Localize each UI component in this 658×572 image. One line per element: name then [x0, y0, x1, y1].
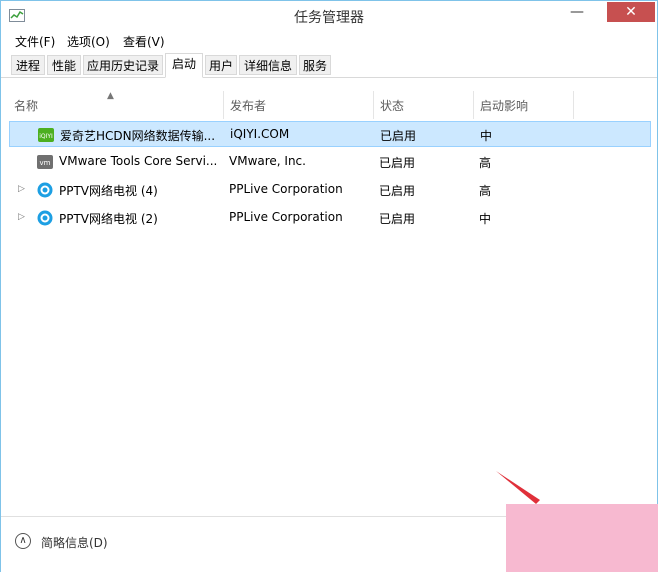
column-startup-impact[interactable]: 启动影响: [475, 91, 573, 119]
expand-arrow-icon[interactable]: ▷: [18, 212, 25, 222]
minimize-icon: —: [570, 4, 584, 20]
svg-text:vm: vm: [40, 159, 51, 167]
menu-file[interactable]: 文件(F): [15, 33, 55, 50]
tab-startup[interactable]: 启动: [165, 53, 203, 78]
row-publisher: iQIYI.COM: [230, 127, 290, 141]
window-title: 任务管理器: [294, 10, 364, 26]
menu-view[interactable]: 查看(V): [123, 33, 165, 50]
title-bar[interactable]: 任务管理器 — ✕: [1, 1, 657, 31]
menu-options[interactable]: 选项(O): [67, 33, 110, 50]
row-publisher: VMware, Inc.: [229, 154, 306, 168]
row-publisher: PPLive Corporation: [229, 182, 343, 196]
close-button[interactable]: ✕: [607, 2, 655, 22]
column-name[interactable]: 名称: [9, 91, 223, 119]
row-name: 爱奇艺HCDN网络数据传输...: [60, 129, 216, 143]
task-manager-window: 任务管理器 — ✕ 文件(F) 选项(O) 查看(V) 进程 性能 应用历史记录…: [0, 0, 658, 572]
column-publisher[interactable]: 发布者: [225, 91, 373, 119]
annotation-highlight-box: [506, 504, 658, 572]
row-impact: 中: [479, 212, 492, 226]
svg-text:iQIYI: iQIYI: [39, 133, 53, 140]
row-status: 已启用: [379, 156, 416, 170]
tab-processes[interactable]: 进程: [11, 55, 45, 75]
row-status: 已启用: [379, 184, 416, 198]
row-name: PPTV网络电视 (2): [59, 212, 158, 226]
close-icon: ✕: [625, 4, 637, 20]
column-divider[interactable]: [373, 91, 374, 119]
iqiyi-icon: iQIYI: [38, 128, 54, 142]
tab-bar: 进程 性能 应用历史记录 启动 用户 详细信息 服务: [1, 53, 657, 78]
tab-details[interactable]: 详细信息: [239, 55, 297, 75]
column-divider[interactable]: [473, 91, 474, 119]
row-name: VMware Tools Core Servi...: [59, 154, 218, 168]
pptv-icon: [37, 182, 53, 198]
row-status: 已启用: [380, 129, 417, 143]
annotation-arrow-icon: [496, 471, 540, 504]
tab-app-history[interactable]: 应用历史记录: [83, 55, 163, 75]
row-status: 已启用: [379, 212, 416, 226]
fewer-details-link[interactable]: 简略信息(D): [41, 534, 108, 551]
row-impact: 中: [480, 129, 493, 143]
table-row[interactable]: vm VMware Tools Core Servi... VMware, In…: [9, 149, 651, 175]
row-publisher: PPLive Corporation: [229, 210, 343, 224]
column-status[interactable]: 状态: [375, 91, 473, 119]
expand-arrow-icon[interactable]: ▷: [18, 184, 25, 194]
minimize-button[interactable]: —: [563, 1, 591, 23]
chevron-up-icon[interactable]: ∧: [15, 533, 31, 549]
column-header-row: ▲ 名称 发布者 状态 启动影响: [1, 91, 657, 119]
row-impact: 高: [479, 184, 492, 198]
row-name: PPTV网络电视 (4): [59, 184, 158, 198]
column-divider[interactable]: [223, 91, 224, 119]
menu-bar: 文件(F) 选项(O) 查看(V): [1, 31, 657, 51]
table-row[interactable]: ▷ PPTV网络电视 (4) PPLive Corporation 已启用 高: [9, 177, 651, 203]
row-impact: 高: [479, 156, 492, 170]
column-divider[interactable]: [573, 91, 574, 119]
table-row[interactable]: ▷ PPTV网络电视 (2) PPLive Corporation 已启用 中: [9, 205, 651, 231]
pptv-icon: [37, 210, 53, 226]
table-row[interactable]: iQIYI 爱奇艺HCDN网络数据传输... iQIYI.COM 已启用 中: [9, 121, 651, 147]
tab-users[interactable]: 用户: [205, 55, 237, 75]
vmware-icon: vm: [37, 155, 53, 169]
tab-services[interactable]: 服务: [299, 55, 331, 75]
tab-performance[interactable]: 性能: [47, 55, 81, 75]
